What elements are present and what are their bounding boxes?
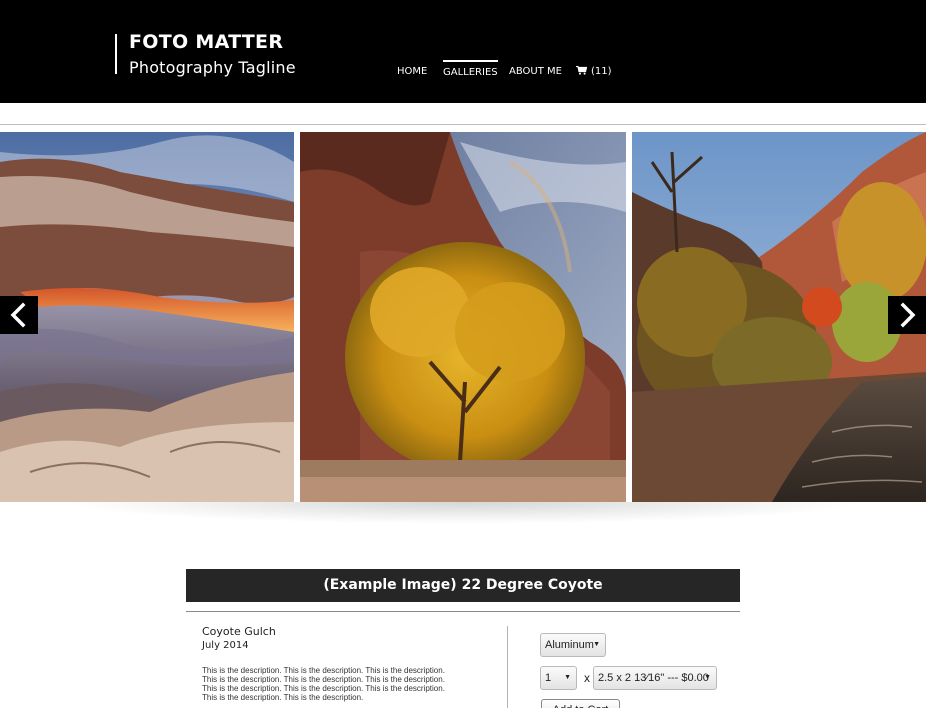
description-line: This is the description. This is the des… bbox=[202, 675, 445, 684]
description-line: This is the description. This is the des… bbox=[202, 693, 364, 702]
cart-count: (11) bbox=[591, 66, 612, 77]
site-tagline: Photography Tagline bbox=[129, 58, 296, 77]
gallery-shadow bbox=[60, 502, 866, 524]
column-divider bbox=[507, 626, 508, 708]
quantity-select-value: 1 bbox=[545, 672, 552, 684]
yellow-cottonwood-tree-photo[interactable] bbox=[300, 132, 626, 502]
dropdown-arrow-icon: ▼ bbox=[593, 641, 600, 648]
description-line: This is the description. This is the des… bbox=[202, 684, 445, 693]
shopping-cart-icon bbox=[576, 66, 587, 75]
image-date: July 2014 bbox=[202, 640, 249, 651]
description-line: This is the description. This is the des… bbox=[202, 666, 445, 675]
nav-item-cart[interactable]: (11) bbox=[576, 60, 612, 84]
dropdown-arrow-icon: ▼ bbox=[564, 674, 571, 681]
photo-gallery bbox=[0, 132, 926, 502]
chevron-left-icon bbox=[10, 302, 26, 328]
coyote-gulch-canyon-photo[interactable] bbox=[632, 132, 926, 502]
site-header: FOTO MATTER Photography Tagline HOME GAL… bbox=[0, 0, 926, 103]
nav-item-about-me[interactable]: ABOUT ME bbox=[509, 60, 562, 84]
quantity-select[interactable]: 1 ▼ bbox=[540, 666, 577, 690]
nav-item-home[interactable]: HOME bbox=[397, 60, 427, 84]
gallery-next-button[interactable] bbox=[888, 296, 926, 334]
header-divider bbox=[0, 124, 926, 125]
site-title[interactable]: FOTO MATTER bbox=[129, 31, 283, 53]
material-select-value: Aluminum bbox=[545, 639, 594, 651]
chevron-right-icon bbox=[900, 302, 916, 328]
dropdown-arrow-icon: ▼ bbox=[704, 674, 711, 681]
add-to-cart-button[interactable]: Add to Cart bbox=[541, 699, 620, 708]
image-description: This is the description. This is the des… bbox=[202, 666, 492, 702]
mesa-arch-photo[interactable] bbox=[0, 132, 294, 502]
nav-item-galleries[interactable]: GALLERIES bbox=[443, 60, 498, 84]
size-price-select[interactable]: 2.5 x 2 13⁄16" --- $0.00 ▼ bbox=[593, 666, 717, 690]
size-price-select-value: 2.5 x 2 13⁄16" --- $0.00 bbox=[598, 672, 709, 684]
image-location: Coyote Gulch bbox=[202, 625, 276, 638]
gallery-prev-button[interactable] bbox=[0, 296, 38, 334]
image-title: (Example Image) 22 Degree Coyote bbox=[186, 569, 740, 602]
multiply-sign: x bbox=[584, 671, 590, 685]
material-select[interactable]: Aluminum ▼ bbox=[540, 633, 606, 657]
title-divider bbox=[186, 611, 740, 612]
brand-divider bbox=[115, 34, 117, 74]
